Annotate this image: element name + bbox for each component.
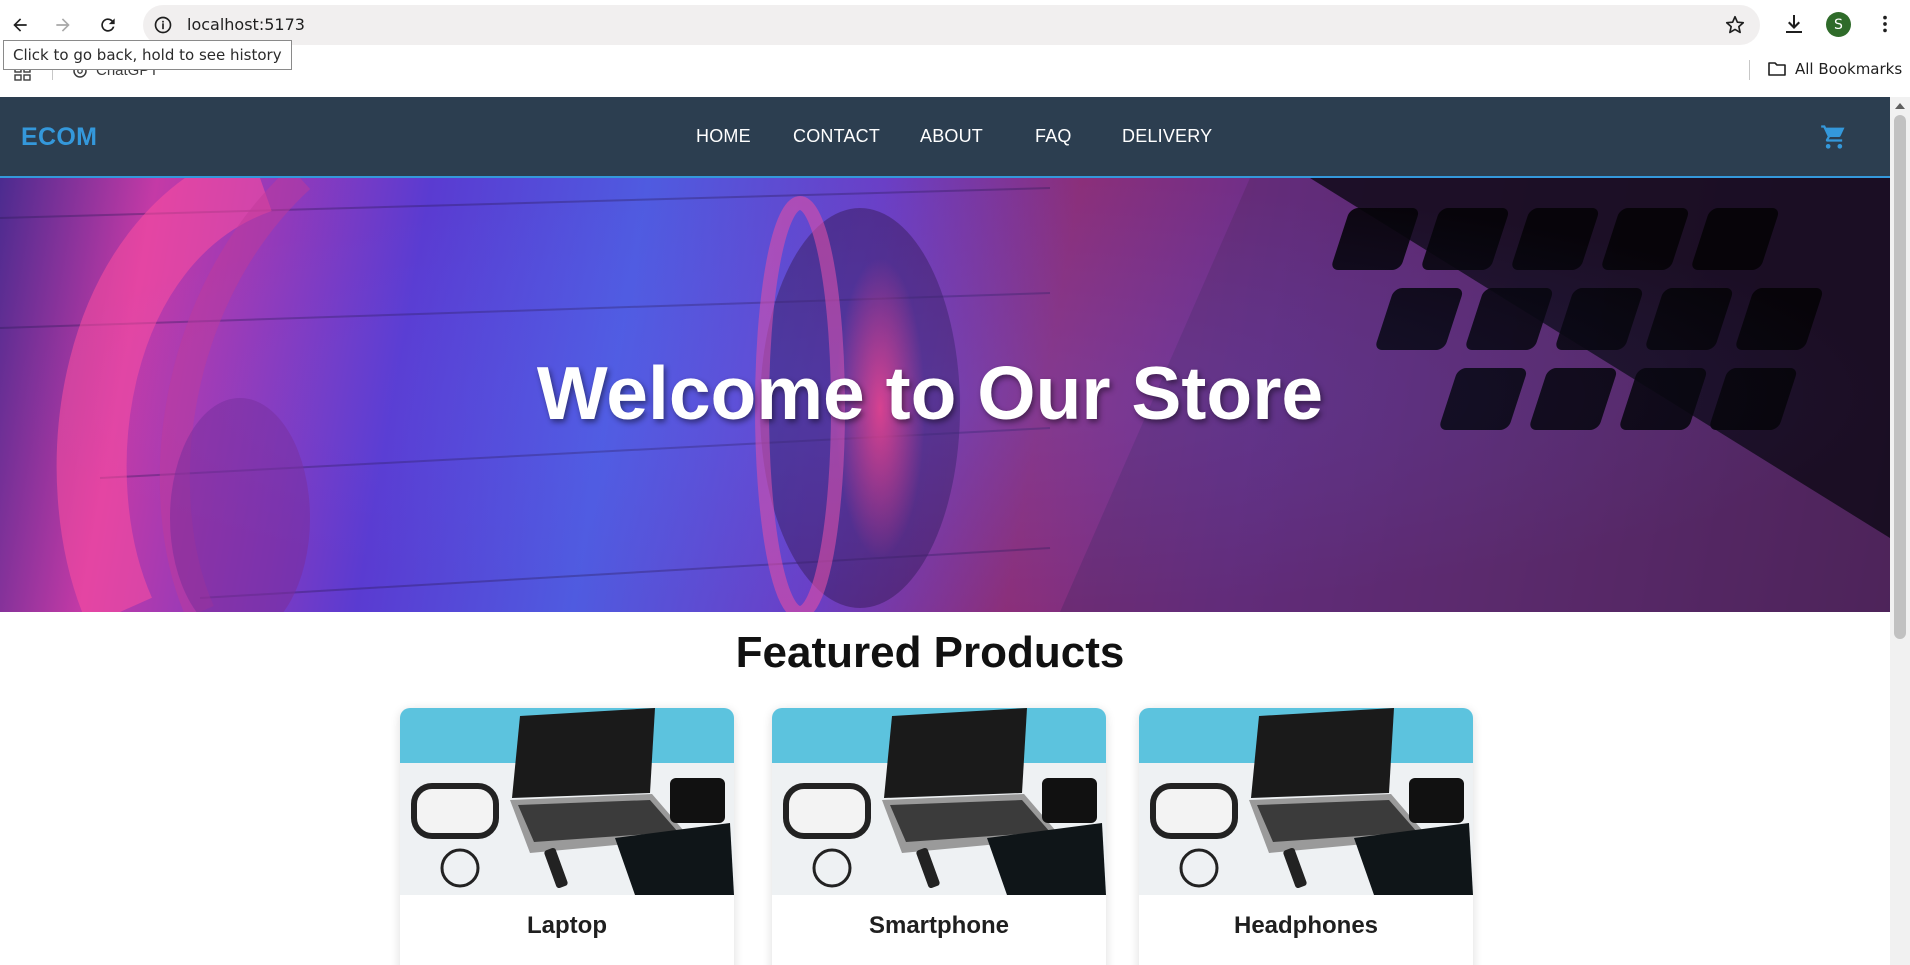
product-card-smartphone[interactable]: Smartphone [772,708,1106,965]
all-bookmarks-button[interactable]: All Bookmarks [1767,60,1902,78]
scrollbar-thumb[interactable] [1894,115,1906,639]
page-viewport: ECOM HOME CONTACT ABOUT FAQ DELIVERY Wel… [0,97,1890,965]
scroll-up-arrow-icon[interactable] [1890,99,1910,113]
back-arrow-icon [13,18,27,32]
product-name: Laptop [527,912,607,939]
site-info-icon[interactable] [153,15,173,35]
back-button-tooltip: Click to go back, hold to see history [3,40,292,70]
reload-icon [101,18,115,32]
product-card-headphones[interactable]: Headphones [1139,708,1473,965]
nav-link-faq[interactable]: FAQ [1035,126,1072,147]
all-bookmarks-label: All Bookmarks [1795,60,1903,78]
nav-link-contact[interactable]: CONTACT [793,126,880,147]
hero-banner: Welcome to Our Store [0,178,1890,612]
product-image [1139,708,1473,895]
bookmark-star-icon[interactable] [1724,14,1746,36]
back-button[interactable] [4,9,36,41]
profile-avatar[interactable]: S [1826,12,1851,37]
menu-kebab-icon[interactable] [1874,12,1896,36]
product-name: Smartphone [868,912,1009,939]
address-bar[interactable]: localhost:5173 [143,5,1760,45]
nav-link-delivery[interactable]: DELIVERY [1122,126,1212,147]
product-image [400,708,734,895]
product-card-laptop[interactable]: Laptop [400,708,734,965]
featured-products-heading: Featured Products [735,628,1125,677]
nav-link-home[interactable]: HOME [696,126,751,147]
hero-title: Welcome to Our Store [536,351,1324,435]
product-name: Headphones [1233,912,1379,939]
forward-arrow-icon [56,18,70,32]
forward-button[interactable] [47,9,79,41]
main-nav: HOME CONTACT ABOUT FAQ DELIVERY [0,126,1890,148]
cart-icon[interactable] [1820,123,1848,151]
product-image [772,708,1106,895]
bookmark-separator [1749,60,1750,80]
site-header: ECOM HOME CONTACT ABOUT FAQ DELIVERY [0,97,1890,178]
folder-icon [1768,62,1786,76]
url-text[interactable]: localhost:5173 [187,15,305,35]
download-icon[interactable] [1782,12,1806,36]
nav-link-about[interactable]: ABOUT [920,126,983,147]
reload-button[interactable] [92,9,124,41]
page-scrollbar[interactable] [1890,97,1910,965]
